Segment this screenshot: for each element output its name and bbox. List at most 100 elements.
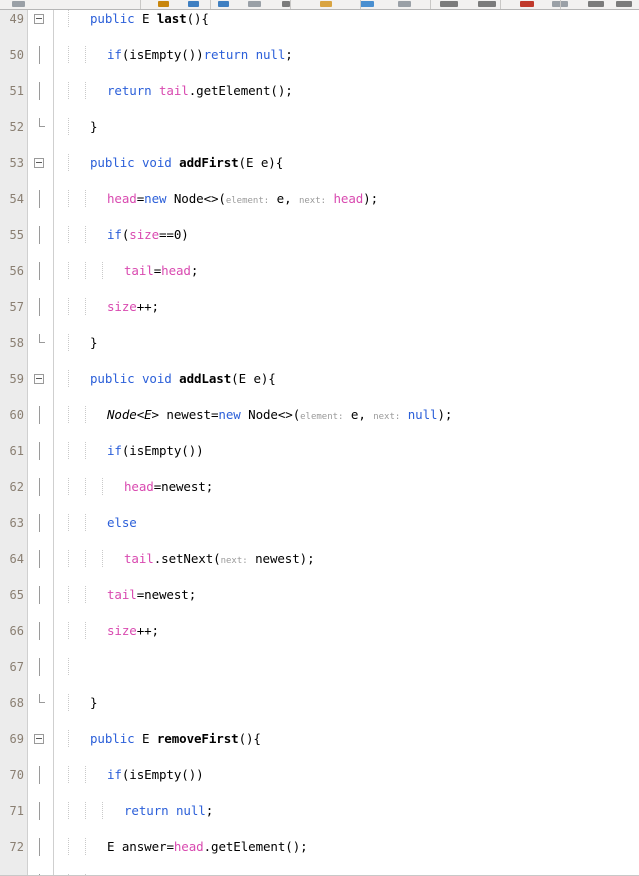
find-icon[interactable] <box>282 1 290 7</box>
run-icon[interactable] <box>398 1 411 7</box>
indent-guide <box>85 46 86 64</box>
code-line[interactable]: 51 return tail.getElement(); <box>0 82 639 100</box>
redo-icon[interactable] <box>188 1 199 7</box>
code-line[interactable]: 66 size++; <box>0 622 639 640</box>
folder-icon[interactable] <box>320 1 332 7</box>
code-line[interactable]: 58} <box>0 334 639 352</box>
indent-guide <box>68 262 69 280</box>
code-line[interactable]: 50 if(isEmpty())return null; <box>0 46 639 64</box>
line-number: 72 <box>9 840 24 854</box>
indent-guide <box>85 838 86 856</box>
code-text[interactable]: public E removeFirst(){ <box>90 730 261 748</box>
code-line[interactable]: 60 Node<E> newest=new Node<>(element: e, … <box>0 406 639 424</box>
code-line[interactable]: 53 public void addFirst(E e){ <box>0 154 639 172</box>
indent-guide <box>102 802 103 820</box>
search-icon[interactable] <box>520 1 534 7</box>
code-text[interactable]: } <box>90 694 98 712</box>
code-line[interactable]: 69 public E removeFirst(){ <box>0 730 639 748</box>
indent-guide <box>68 586 69 604</box>
code-text[interactable]: public void addFirst(E e){ <box>90 154 283 172</box>
code-text[interactable]: if(isEmpty())return null; <box>107 46 293 64</box>
fold-collapse-icon[interactable] <box>34 158 44 168</box>
code-text[interactable]: head=new Node<>(element: e, next: head); <box>107 190 378 210</box>
indent-guide <box>85 82 86 100</box>
code-text[interactable]: } <box>90 118 98 136</box>
code-text[interactable]: E answer=head.getElement(); <box>107 838 308 856</box>
code-line[interactable]: 72 E answer=head.getElement(); <box>0 838 639 856</box>
build-icon[interactable] <box>360 1 374 7</box>
indent-guide <box>68 838 69 856</box>
code-text[interactable]: Node<E> newest=new Node<>(element: e, ne… <box>107 406 452 426</box>
fold-region-line <box>38 658 40 676</box>
code-text[interactable]: public E last(){ <box>90 10 209 28</box>
indent-guide <box>85 442 86 460</box>
fold-region-line <box>38 514 40 532</box>
help-icon[interactable] <box>616 1 632 7</box>
toolbar-separator <box>290 0 291 9</box>
indent-guide <box>68 370 69 388</box>
code-line[interactable]: 57 size++; <box>0 298 639 316</box>
code-text[interactable]: if(isEmpty()) <box>107 766 204 784</box>
code-line[interactable]: 62 head=newest; <box>0 478 639 496</box>
fold-region-line <box>38 766 40 784</box>
code-text[interactable]: if(isEmpty()) <box>107 442 204 460</box>
code-text[interactable]: tail.setNext(next: newest); <box>124 550 315 570</box>
code-text[interactable]: if(size==0) <box>107 226 189 244</box>
code-text[interactable]: } <box>90 334 98 352</box>
indent-guide <box>85 622 86 640</box>
code-text[interactable]: head=newest; <box>124 478 213 496</box>
undo-icon[interactable] <box>158 1 169 7</box>
code-text[interactable]: return null; <box>124 802 213 820</box>
code-text[interactable]: tail=head; <box>124 262 198 280</box>
code-line[interactable]: 63 else <box>0 514 639 532</box>
indent-guide <box>68 802 69 820</box>
editor-toolbar[interactable] <box>0 0 639 10</box>
indent-guide <box>68 514 69 532</box>
copy-icon[interactable] <box>218 1 229 7</box>
indent-guide <box>68 10 69 28</box>
code-lines-container[interactable]: 49 public E last(){50 if(isEmpty())return … <box>0 10 639 876</box>
code-text[interactable]: return tail.getElement(); <box>107 82 293 100</box>
line-number: 55 <box>9 228 24 242</box>
line-number: 50 <box>9 48 24 62</box>
fold-region-line <box>38 226 40 244</box>
fold-collapse-icon[interactable] <box>34 374 44 384</box>
toolbar-separator <box>210 0 211 9</box>
code-line[interactable]: 70 if(isEmpty()) <box>0 766 639 784</box>
code-line[interactable]: 68} <box>0 694 639 712</box>
debug-icon[interactable] <box>440 1 458 7</box>
code-text[interactable]: size++; <box>107 622 159 640</box>
code-text[interactable]: else <box>107 514 137 532</box>
code-line[interactable]: 59 public void addLast(E e){ <box>0 370 639 388</box>
fold-collapse-icon[interactable] <box>34 14 44 24</box>
code-line[interactable]: 64 tail.setNext(next: newest); <box>0 550 639 568</box>
code-editor-window: 49 public E last(){50 if(isEmpty())return … <box>0 0 639 876</box>
line-number: 57 <box>9 300 24 314</box>
back-icon[interactable] <box>12 1 25 7</box>
fold-region-end <box>38 694 45 703</box>
editor-body[interactable]: 49 public E last(){50 if(isEmpty())return … <box>0 10 639 876</box>
code-line[interactable]: 71 return null; <box>0 802 639 820</box>
layout-icon[interactable] <box>588 1 604 7</box>
indent-guide <box>85 766 86 784</box>
code-text[interactable]: size++; <box>107 298 159 316</box>
fold-collapse-icon[interactable] <box>34 734 44 744</box>
code-line[interactable]: 55 if(size==0) <box>0 226 639 244</box>
code-line[interactable]: 54 head=new Node<>(element: e, next: head… <box>0 190 639 208</box>
indent-guide <box>85 478 86 496</box>
line-number: 66 <box>9 624 24 638</box>
code-line[interactable]: 49 public E last(){ <box>0 10 639 28</box>
indent-guide <box>68 478 69 496</box>
code-line[interactable]: 61 if(isEmpty()) <box>0 442 639 460</box>
stop-icon[interactable] <box>478 1 496 7</box>
code-line[interactable]: 67 <box>0 658 639 676</box>
toolbar-separator <box>360 0 361 9</box>
indent-guide <box>68 766 69 784</box>
paste-icon[interactable] <box>248 1 261 7</box>
code-text[interactable]: public void addLast(E e){ <box>90 370 276 388</box>
code-line[interactable]: 52} <box>0 118 639 136</box>
code-line[interactable]: 65 tail=newest; <box>0 586 639 604</box>
code-text[interactable]: tail=newest; <box>107 586 196 604</box>
fold-region-line <box>38 406 40 424</box>
code-line[interactable]: 56 tail=head; <box>0 262 639 280</box>
